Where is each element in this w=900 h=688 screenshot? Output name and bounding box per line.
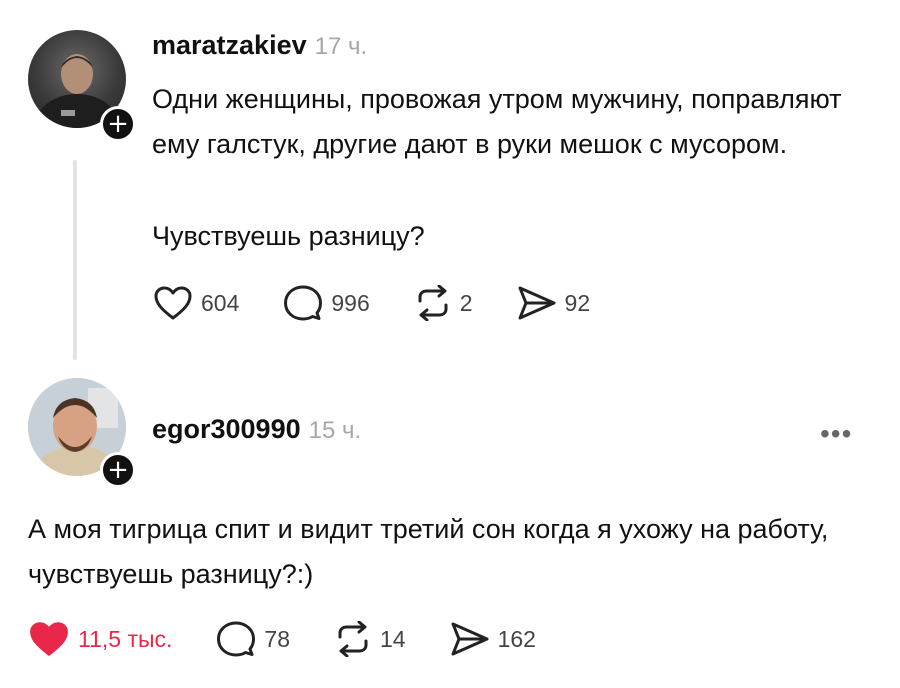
comment-button[interactable]: 996 bbox=[283, 284, 370, 322]
follow-plus-icon[interactable]: + bbox=[100, 106, 136, 142]
comment-icon bbox=[217, 621, 256, 657]
repost-button[interactable]: 14 bbox=[334, 621, 406, 657]
thread-line bbox=[73, 160, 77, 360]
share-button[interactable]: 92 bbox=[517, 285, 591, 321]
heart-filled-icon bbox=[30, 622, 68, 656]
reply-header: egor300990 15 ч. bbox=[152, 414, 361, 445]
post-text-question: Чувствуешь разницу? bbox=[152, 221, 425, 251]
like-button[interactable]: 11,5 тыс. bbox=[28, 620, 172, 658]
share-count: 92 bbox=[564, 289, 591, 316]
comment-count: 996 bbox=[331, 289, 370, 316]
comment-icon bbox=[284, 285, 323, 321]
repost-icon bbox=[418, 285, 448, 321]
like-count: 11,5 тыс. bbox=[78, 625, 173, 652]
timestamp: 17 ч. bbox=[314, 33, 368, 60]
share-icon bbox=[518, 286, 556, 320]
username[interactable]: egor300990 bbox=[152, 414, 301, 444]
repost-count: 2 bbox=[459, 289, 473, 316]
repost-button[interactable]: 2 bbox=[414, 285, 473, 321]
repost-count: 14 bbox=[380, 625, 406, 652]
heart-icon bbox=[154, 286, 192, 320]
comment-count: 78 bbox=[264, 625, 290, 652]
share-icon bbox=[451, 622, 489, 656]
share-button[interactable]: 162 bbox=[450, 621, 536, 657]
post-text: Одни женщины, провожая утром мужчину, по… bbox=[152, 84, 842, 159]
reply-actions: 11,5 тыс. 78 14 162 bbox=[28, 620, 580, 658]
like-count: 604 bbox=[201, 289, 240, 316]
post-header: maratzakiev 17 ч. bbox=[152, 30, 367, 61]
reply-text: А моя тигрица спит и видит третий сон ко… bbox=[28, 514, 829, 589]
timestamp: 15 ч. bbox=[308, 417, 362, 444]
like-button[interactable]: 604 bbox=[153, 285, 239, 321]
username[interactable]: maratzakiev bbox=[152, 30, 307, 60]
repost-icon bbox=[338, 621, 368, 657]
follow-plus-icon[interactable]: + bbox=[100, 452, 136, 488]
more-icon[interactable]: ••• bbox=[820, 418, 852, 450]
share-count: 162 bbox=[497, 625, 536, 652]
post-actions: 604 996 2 92 bbox=[153, 284, 634, 322]
comment-button[interactable]: 78 bbox=[216, 620, 290, 658]
